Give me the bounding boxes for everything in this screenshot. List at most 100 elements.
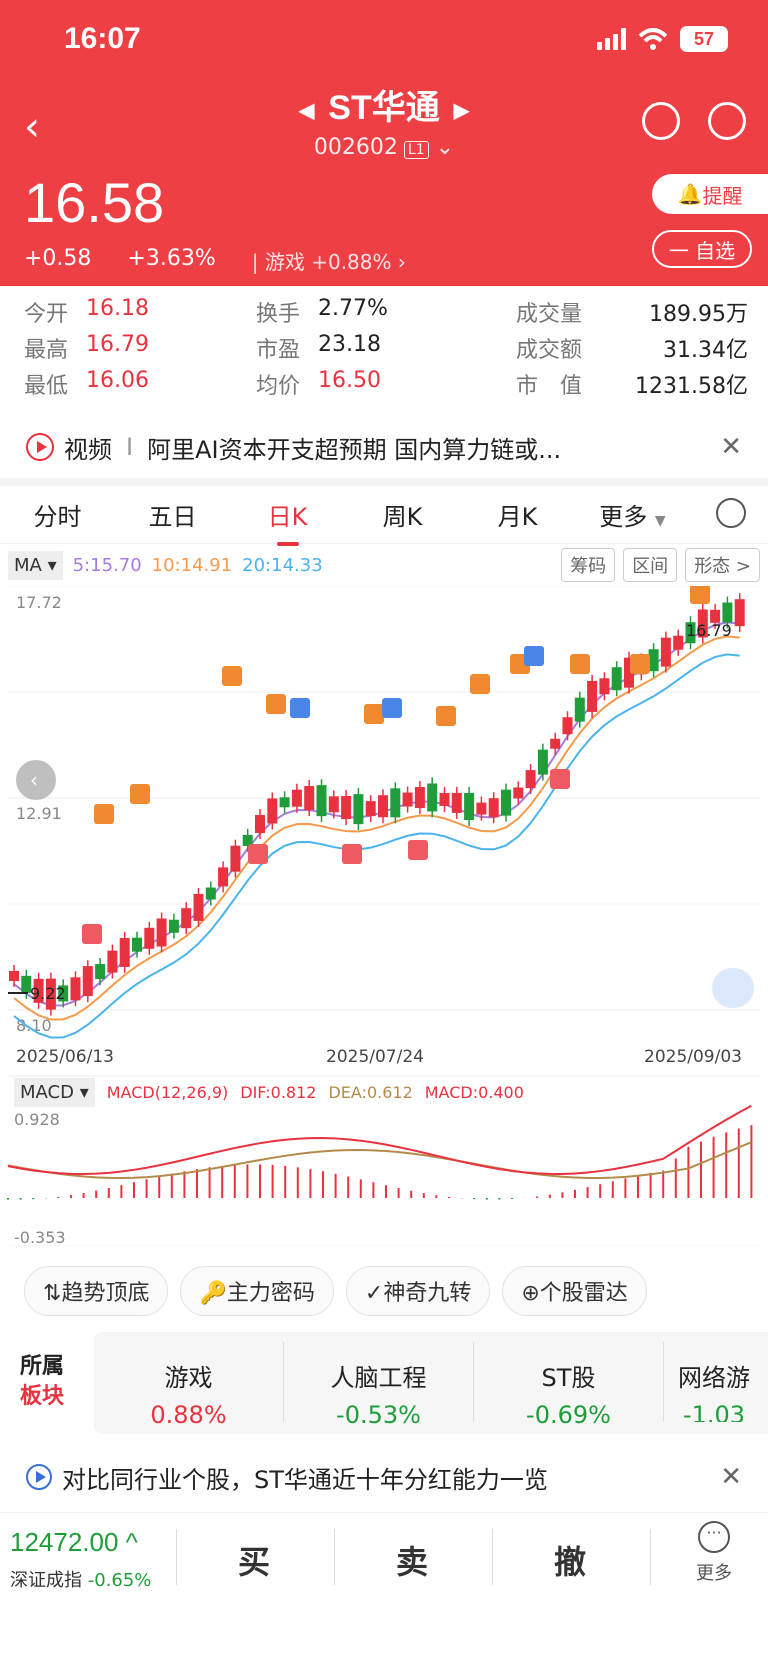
top-marker (690, 586, 710, 604)
settings-icon[interactable] (716, 498, 746, 528)
index-ticker[interactable]: 12472.00 ^ 深证成指 -0.65% (10, 1527, 151, 1592)
remind-button[interactable]: 🔔 提醒 (652, 174, 768, 214)
candle-body (107, 950, 118, 973)
amount-value: 31.34亿 (663, 338, 748, 363)
sector-item-brain[interactable]: 人脑工程 -0.53% (284, 1342, 474, 1429)
wifi-icon (638, 28, 668, 50)
stock-name: ST华通 (328, 89, 440, 127)
candle-body (230, 845, 241, 872)
sell-button[interactable]: 卖 (396, 1537, 428, 1583)
top-marker (94, 804, 114, 824)
news-tag: 视频 (64, 435, 112, 464)
buy-button[interactable]: 买 (238, 1537, 270, 1583)
index-pct: -0.65% (87, 1570, 152, 1591)
macd-selector[interactable]: MACD ▾ (14, 1078, 95, 1107)
more-button[interactable]: ··· 更多 (696, 1521, 732, 1585)
sector-item-game[interactable]: 游戏 0.88% (94, 1342, 284, 1429)
ma-legend: MA ▾ 5:15.70 10:14.91 20:14.33 (8, 548, 323, 582)
level-badge[interactable]: L1 (403, 141, 429, 159)
low-value: 16.06 (86, 368, 149, 393)
sector-item-netgame[interactable]: 网络游 -1.03 (664, 1342, 764, 1422)
kline-chart[interactable]: 17.72 12.91 8.10 16.79 9.22 ‹ 2025/06/13… (0, 586, 768, 1246)
candle-body (9, 971, 19, 981)
chips-button[interactable]: 筹码 (561, 548, 616, 582)
macd-bottom-label: -0.353 (14, 1228, 66, 1246)
candle-body (316, 785, 327, 817)
pattern-button[interactable]: 形态 > (685, 548, 760, 582)
status-time: 16:07 (64, 22, 141, 55)
candle-body (341, 796, 352, 820)
candle-body (82, 966, 93, 997)
buy-marker (248, 844, 268, 864)
candle-body (218, 867, 229, 887)
radar-tool-button[interactable]: ⊕个股雷达 (502, 1266, 647, 1316)
macd-top-label: 0.928 (14, 1110, 60, 1129)
fullscreen-icon[interactable] (712, 968, 754, 1008)
candle-body (587, 680, 598, 712)
macd-params: MACD(12,26,9) (106, 1083, 229, 1102)
battery-icon: 57 (680, 26, 728, 52)
candle-body (734, 599, 745, 627)
tool-buttons: ⇅趋势顶底 🔑主力密码 ✓神奇九转 ⊕个股雷达 (24, 1266, 647, 1316)
chevron-left-icon[interactable]: ‹ (30, 768, 38, 792)
divider (0, 478, 768, 486)
next-stock-icon[interactable]: ▶ (454, 100, 469, 122)
bottom-bar: 12472.00 ^ 深证成指 -0.65% 买 卖 撤 ··· 更多 (0, 1512, 768, 1663)
search-icon[interactable] (708, 102, 746, 140)
tab-monthly-k[interactable]: 月K (460, 497, 575, 532)
sector-link[interactable]: | 游戏 +0.88% › (252, 246, 406, 275)
nine-turn-tool-button[interactable]: ✓神奇九转 (345, 1266, 491, 1316)
add-watchlist-button[interactable]: 一 自选 (652, 230, 752, 268)
play-icon (26, 433, 54, 461)
trend-tool-button[interactable]: ⇅趋势顶底 (24, 1266, 169, 1316)
candle-body (648, 649, 659, 672)
more-icon: ··· (698, 1521, 730, 1553)
sector-item-st[interactable]: ST股 -0.69% (474, 1342, 664, 1429)
top-marker (222, 666, 242, 686)
status-icons: 57 (597, 26, 728, 52)
tab-more[interactable]: 更多 ▼ (575, 497, 690, 532)
tab-daily-k[interactable]: 日K (230, 497, 345, 546)
range-button[interactable]: 区间 (623, 548, 678, 582)
buy-marker (550, 769, 570, 789)
dividend-news[interactable]: 对比同行业个股，ST华通近十年分红能力一览 ✕ (0, 1448, 768, 1506)
y-top-label: 17.72 (16, 593, 62, 612)
buy-marker (82, 924, 102, 944)
tab-intraday[interactable]: 分时 (0, 497, 115, 532)
cancel-button[interactable]: 撤 (554, 1537, 586, 1583)
date-mid: 2025/07/24 (326, 1047, 424, 1067)
ma5-value: 5:15.70 (72, 554, 142, 576)
sell-marker (382, 698, 402, 718)
sector-heading: 所属 板块 (20, 1354, 65, 1409)
tab-five-day[interactable]: 五日 (115, 497, 230, 532)
news-banner[interactable]: 视频 I 阿里AI资本开支超预期 国内算力链或... ✕ (0, 418, 768, 476)
date-end: 2025/09/03 (644, 1047, 742, 1067)
avg-value: 16.50 (318, 368, 381, 393)
price-change-pct: +3.63% (127, 246, 216, 271)
ma-selector[interactable]: MA ▾ (8, 550, 63, 580)
low-marker-label: 9.22 (30, 984, 66, 1003)
candle-body (70, 977, 81, 1001)
prev-stock-icon[interactable]: ◀ (299, 100, 314, 122)
close-icon[interactable]: ✕ (720, 432, 742, 462)
refresh-icon[interactable] (642, 102, 680, 140)
macd-dea: DEA:0.612 (328, 1083, 413, 1102)
candle-body (513, 787, 524, 799)
mktcap-value: 1231.58亿 (635, 374, 748, 399)
play-icon (26, 1464, 52, 1490)
sell-marker (290, 698, 310, 718)
candle-body (365, 801, 376, 817)
current-price: 16.58 (24, 171, 165, 234)
candle-body (476, 802, 487, 815)
index-name: 深证成指 (10, 1570, 82, 1591)
close-icon[interactable]: ✕ (720, 1462, 742, 1492)
buy-marker (408, 840, 428, 860)
candle-body (427, 783, 438, 812)
candle-body (464, 792, 475, 820)
candle-body (95, 964, 106, 980)
tab-weekly-k[interactable]: 周K (345, 497, 460, 532)
candle-body (291, 789, 302, 807)
main-force-tool-button[interactable]: 🔑主力密码 (180, 1266, 334, 1316)
top-marker (364, 704, 384, 724)
candle-body (439, 792, 450, 806)
